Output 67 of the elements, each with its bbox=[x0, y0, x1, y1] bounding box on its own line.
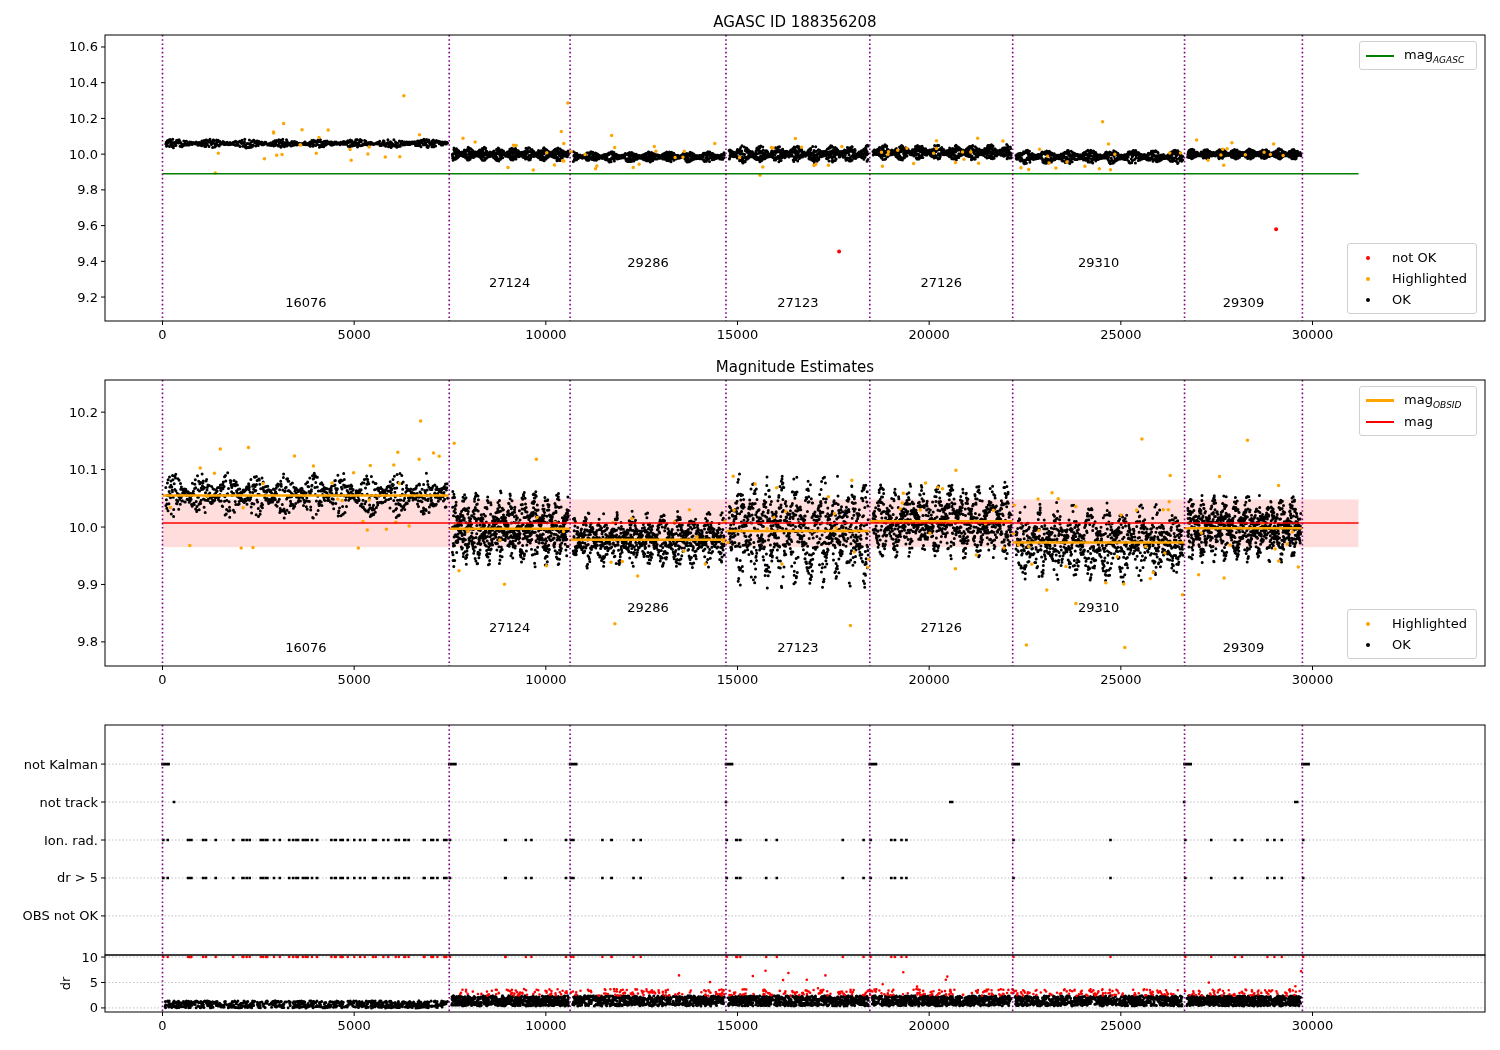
obsid-label: 27126 bbox=[920, 620, 962, 635]
obsid-label: 27124 bbox=[489, 275, 531, 290]
obsid-label: 16076 bbox=[285, 640, 327, 655]
obsid-label: 29286 bbox=[627, 600, 669, 615]
tick-label: 10.4 bbox=[69, 75, 98, 91]
tick-label: 5000 bbox=[337, 1018, 371, 1033]
row-label: not track bbox=[39, 794, 98, 810]
tick-label: 5 bbox=[89, 975, 98, 990]
tick-label: 10000 bbox=[525, 672, 567, 687]
obsid-label: 29309 bbox=[1222, 640, 1265, 655]
tick-label: 10.1 bbox=[69, 462, 98, 478]
tick-label: 10.0 bbox=[69, 146, 98, 162]
tick-label: 0 bbox=[158, 672, 167, 687]
legend-label: mag$_{AGASC}$ bbox=[1404, 46, 1465, 65]
tick-label: 10.2 bbox=[69, 110, 98, 126]
tick-label: 9.9 bbox=[77, 576, 98, 592]
tick-label: 9.2 bbox=[77, 289, 98, 305]
tick-label: 0 bbox=[158, 1018, 167, 1033]
obsid-label: 27123 bbox=[777, 295, 819, 310]
chart-title: AGASC ID 188356208 bbox=[713, 13, 877, 31]
tick-label: 25000 bbox=[1100, 327, 1142, 342]
tick-label: 25000 bbox=[1100, 1018, 1142, 1033]
row-label: not Kalman bbox=[23, 756, 98, 772]
obsid-label: 27123 bbox=[777, 640, 819, 655]
tick-label: 5000 bbox=[337, 672, 371, 687]
obsid-label: 29310 bbox=[1077, 255, 1120, 270]
tick-label: 10000 bbox=[525, 1018, 567, 1033]
tick-label: 15000 bbox=[716, 327, 759, 342]
row-label: Ion. rad. bbox=[44, 832, 98, 848]
legend-label: OK bbox=[1392, 637, 1411, 652]
legend-label: Highlighted bbox=[1392, 616, 1467, 631]
tick-label: 9.8 bbox=[77, 634, 98, 650]
tick-label: 20000 bbox=[908, 327, 950, 342]
axis-label: dr bbox=[58, 976, 73, 991]
tick-label: 0 bbox=[89, 1000, 98, 1016]
obsid-label: 29310 bbox=[1077, 600, 1120, 615]
tick-label: 9.6 bbox=[77, 218, 98, 234]
obsid-label: 27126 bbox=[920, 275, 962, 290]
tick-label: 9.4 bbox=[77, 253, 98, 269]
tick-label: 10000 bbox=[525, 327, 567, 342]
tick-label: 0 bbox=[158, 327, 167, 342]
tick-label: 9.8 bbox=[77, 182, 98, 198]
tick-label: 20000 bbox=[908, 672, 950, 687]
obsid-label: 27124 bbox=[489, 620, 531, 635]
tick-label: 10 bbox=[81, 949, 98, 965]
tick-label: 30000 bbox=[1291, 672, 1334, 687]
tick-label: 25000 bbox=[1100, 672, 1142, 687]
legend-label: OK bbox=[1392, 292, 1411, 307]
obsid-label: 29286 bbox=[627, 255, 669, 270]
legend-label: mag bbox=[1404, 414, 1433, 429]
row-label: dr > 5 bbox=[56, 870, 98, 886]
tick-label: 15000 bbox=[716, 672, 759, 687]
tick-label: 10.0 bbox=[69, 519, 98, 535]
legend-label: mag$_{OBSID}$ bbox=[1404, 391, 1462, 410]
legend-label: not OK bbox=[1392, 250, 1437, 265]
tick-label: 10.6 bbox=[69, 39, 98, 55]
tick-label: 30000 bbox=[1291, 327, 1334, 342]
row-label: OBS not OK bbox=[22, 908, 98, 924]
chart-title: Magnitude Estimates bbox=[715, 358, 875, 376]
obsid-label: 16076 bbox=[285, 295, 327, 310]
tick-label: 5000 bbox=[337, 327, 371, 342]
tick-label: 10.2 bbox=[69, 404, 98, 420]
tick-label: 20000 bbox=[908, 1018, 950, 1033]
obsid-label: 29309 bbox=[1222, 295, 1265, 310]
legend-label: Highlighted bbox=[1392, 271, 1467, 286]
tick-label: 15000 bbox=[716, 1018, 759, 1033]
tick-label: 30000 bbox=[1291, 1018, 1334, 1033]
